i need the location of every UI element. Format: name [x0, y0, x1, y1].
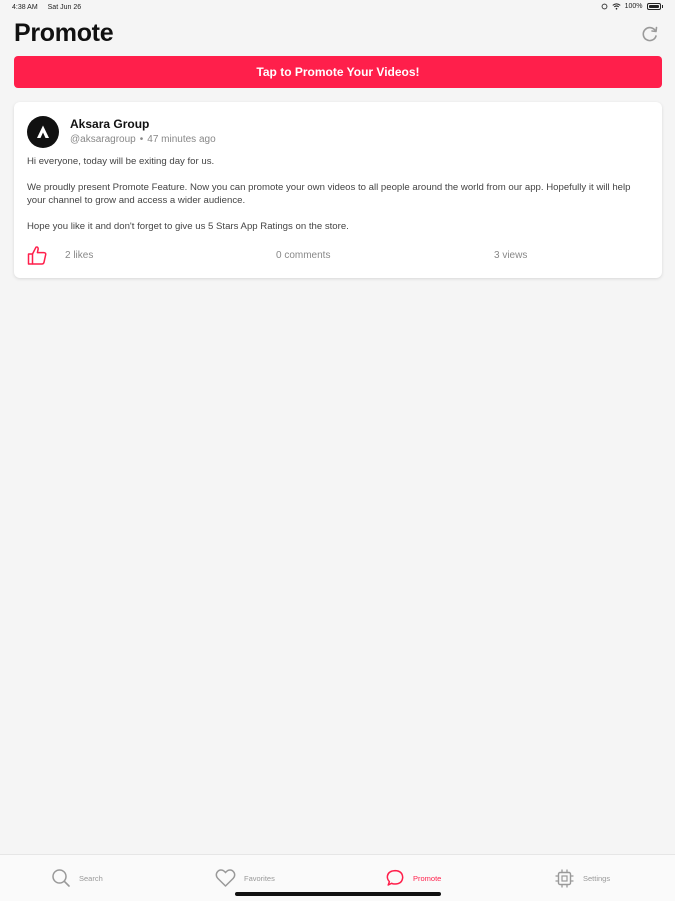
tab-settings-label: Settings: [583, 873, 611, 883]
post-paragraph: Hope you like it and don't forget to giv…: [27, 221, 349, 232]
status-date: Sat Jun 26: [47, 4, 82, 11]
status-time: 4:38 AM: [12, 4, 38, 11]
tab-promote-label: Promote: [413, 873, 442, 883]
wifi-icon: [612, 3, 621, 10]
heart-icon: [215, 869, 236, 887]
post-paragraph: We proudly present Promote Feature. Now …: [27, 182, 631, 206]
aksara-logo-icon: [37, 125, 49, 138]
post-paragraph: Hi everyone, today will be exiting day f…: [27, 156, 215, 167]
likes-count: 2 likes: [65, 250, 94, 261]
avatar[interactable]: [27, 116, 59, 148]
refresh-icon[interactable]: [640, 24, 660, 44]
author-handle: @aksaragroup: [70, 134, 136, 145]
tab-promote[interactable]: Promote: [385, 865, 441, 891]
status-left: 4:38 AM Sat Jun 26: [12, 4, 89, 11]
post-meta: @aksaragroup • 47 minutes ago: [70, 134, 216, 145]
chip-icon: [555, 869, 574, 887]
post-time: 47 minutes ago: [147, 134, 216, 145]
status-bar: 4:38 AM Sat Jun 26 100%: [0, 0, 675, 16]
thumbs-up-icon[interactable]: [26, 244, 48, 266]
chat-bubble-icon: [386, 869, 404, 886]
comments-count[interactable]: 0 comments: [276, 250, 330, 261]
battery-icon: [646, 3, 661, 10]
tab-favorites-label: Favorites: [244, 873, 275, 883]
page-title: Promote: [14, 19, 114, 47]
tab-search-label: Search: [79, 873, 103, 883]
views-count: 3 views: [494, 250, 528, 261]
promote-videos-button[interactable]: Tap to Promote Your Videos!: [14, 56, 662, 88]
tab-settings[interactable]: Settings: [554, 865, 610, 891]
meta-separator: •: [139, 134, 144, 145]
battery-percent: 100%: [624, 3, 643, 10]
status-right: 100%: [601, 3, 663, 10]
tab-favorites[interactable]: Favorites: [215, 865, 275, 891]
battery-nub: [661, 5, 663, 8]
post-card: Aksara Group @aksaragroup • 47 minutes ago…: [14, 102, 662, 278]
author-name[interactable]: Aksara Group: [70, 117, 149, 131]
location-icon: [601, 3, 607, 10]
post-actions: 2 likes 0 comments 3 views: [14, 244, 662, 266]
tab-search[interactable]: Search: [51, 865, 103, 891]
search-icon: [52, 869, 70, 887]
home-indicator: [235, 892, 441, 896]
post-body: Hi everyone, today will be exiting day f…: [27, 155, 647, 246]
